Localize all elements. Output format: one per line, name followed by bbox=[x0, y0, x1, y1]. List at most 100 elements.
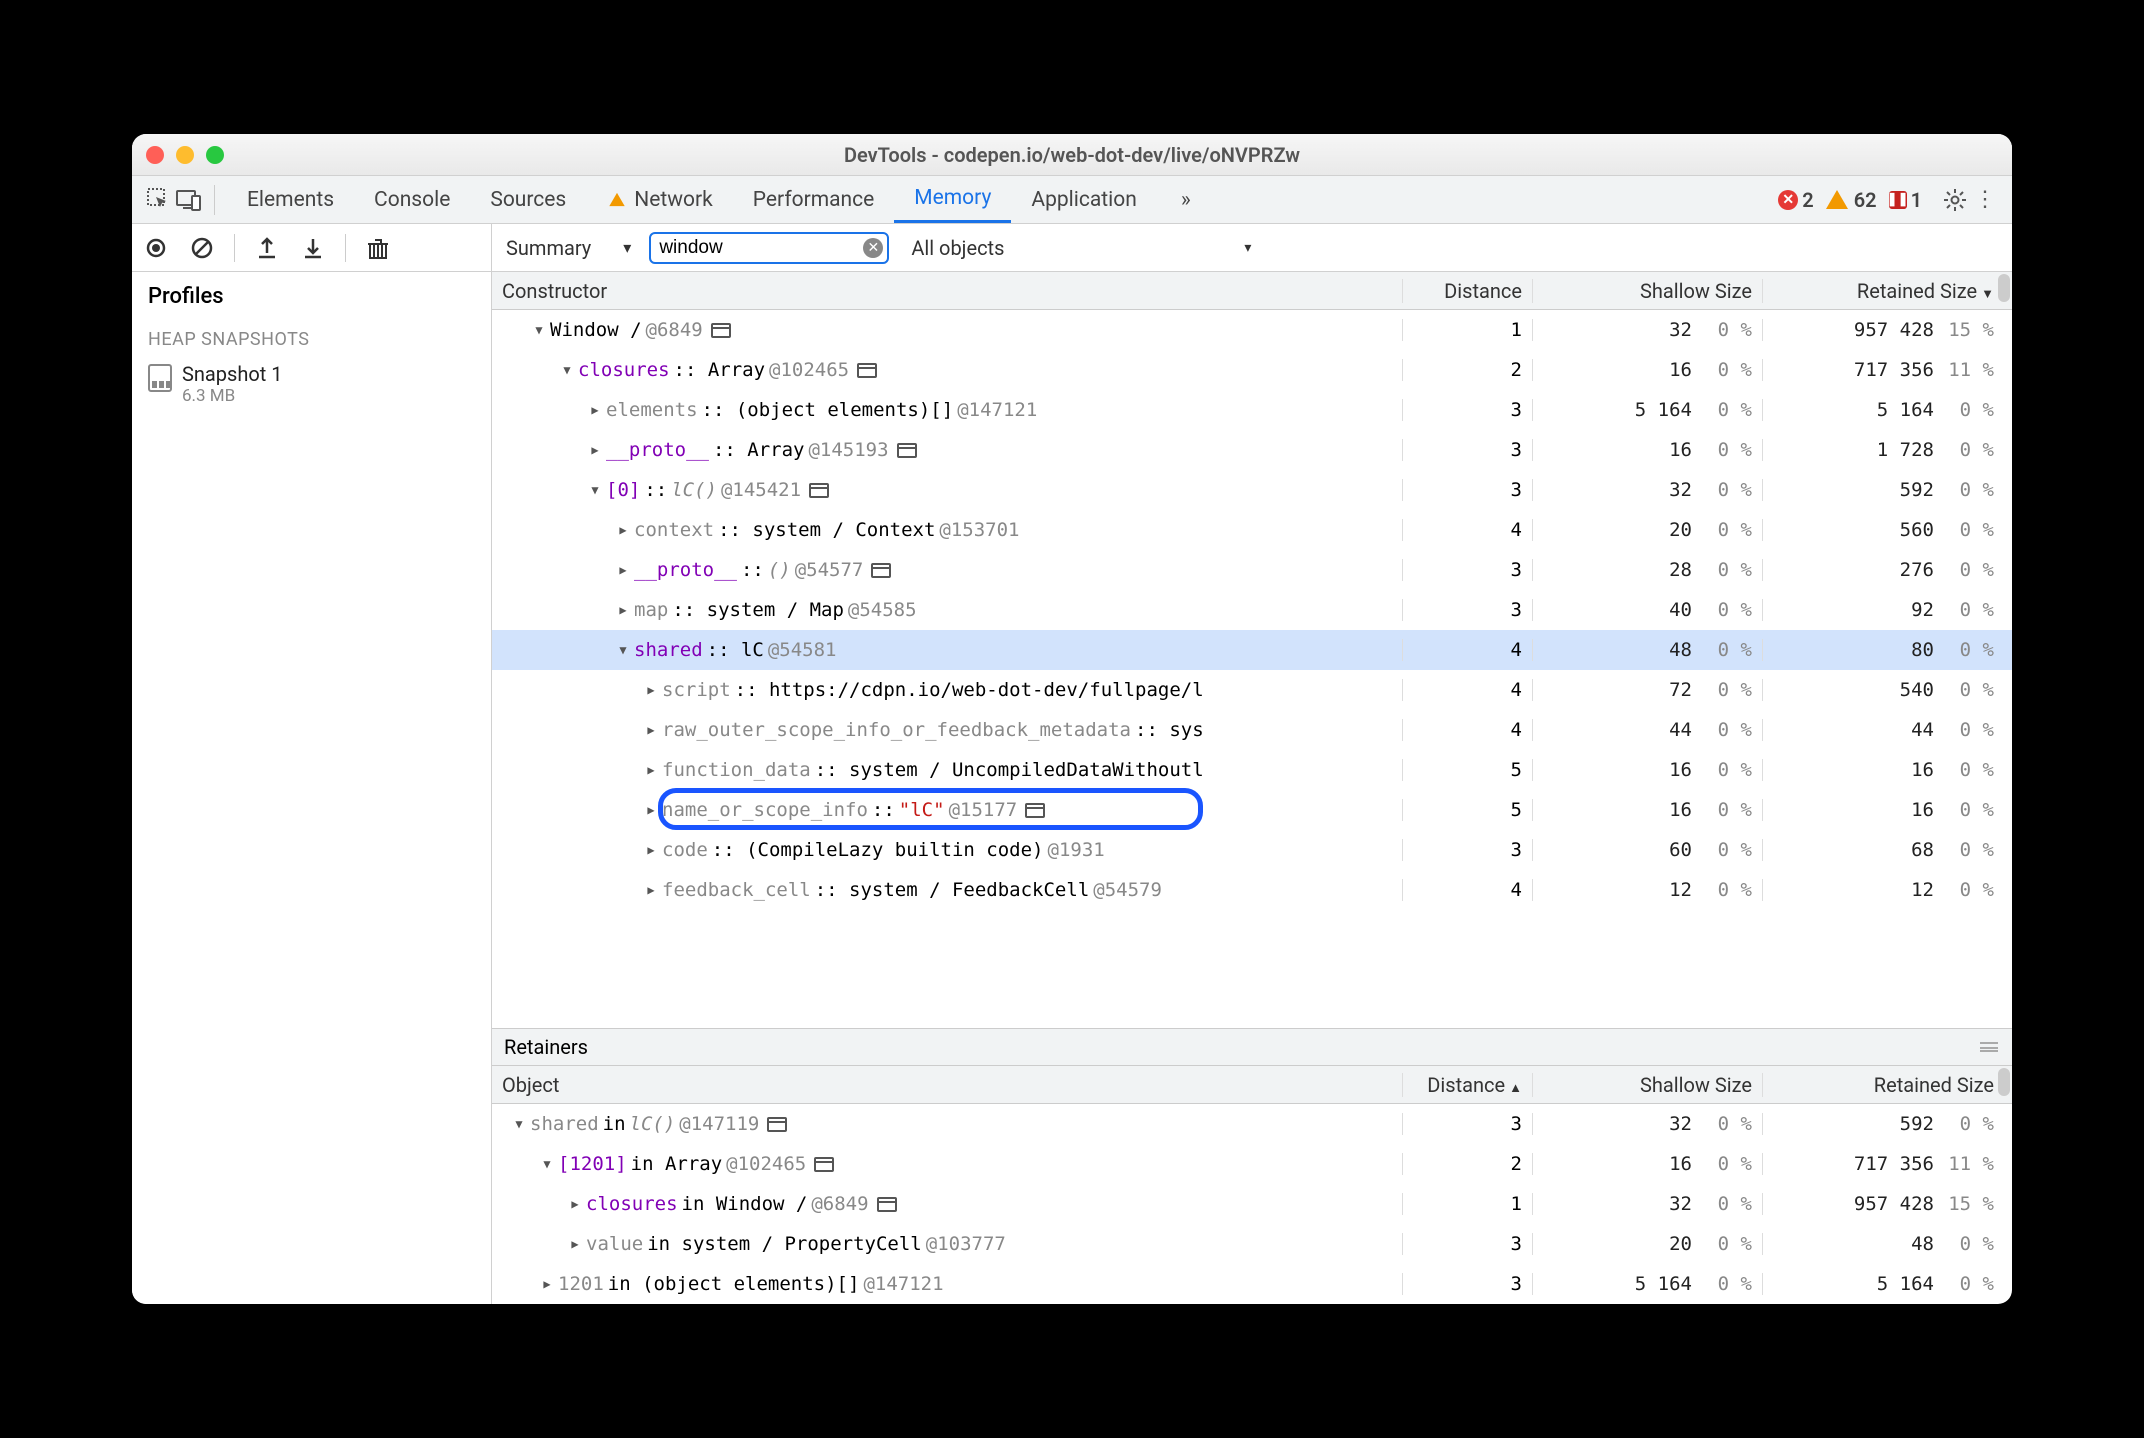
device-toolbar-icon[interactable] bbox=[176, 187, 202, 213]
class-filter-input[interactable] bbox=[649, 232, 889, 264]
main-toolbar: ElementsConsoleSourcesNetworkPerformance… bbox=[132, 176, 2012, 224]
tab-memory[interactable]: Memory bbox=[894, 176, 1011, 223]
scrollbar-top[interactable] bbox=[1998, 1068, 2010, 1096]
view-dropdown[interactable]: Summary bbox=[506, 236, 631, 260]
expand-icon[interactable]: ▶ bbox=[616, 563, 630, 577]
table-row[interactable]: ▶map :: system / Map @545853400 %920 % bbox=[492, 590, 2012, 630]
devtools-window: DevTools - codepen.io/web-dot-dev/live/o… bbox=[132, 134, 2012, 1304]
collapse-icon[interactable]: ▼ bbox=[560, 363, 574, 377]
separator bbox=[214, 185, 215, 215]
tab-sources[interactable]: Sources bbox=[470, 176, 586, 223]
table-row[interactable]: ▶name_or_scope_info :: "lC" @15177 5160 … bbox=[492, 790, 2012, 830]
expand-icon[interactable]: ▶ bbox=[644, 683, 658, 697]
table-row[interactable]: ▼Window / @6849 1320 %957 42815 % bbox=[492, 310, 2012, 350]
expand-icon[interactable]: ▶ bbox=[644, 883, 658, 897]
table-row[interactable]: ▼shared :: lC @545814480 %800 % bbox=[492, 630, 2012, 670]
table-row[interactable]: ▶script :: https://cdpn.io/web-dot-dev/f… bbox=[492, 670, 2012, 710]
collapse-icon[interactable]: ▼ bbox=[616, 643, 630, 657]
scrollbar-top[interactable] bbox=[1998, 274, 2010, 302]
window-title: DevTools - codepen.io/web-dot-dev/live/o… bbox=[132, 143, 2012, 167]
record-button[interactable] bbox=[142, 234, 170, 262]
gc-button[interactable] bbox=[364, 234, 392, 262]
table-row[interactable]: ▶closures in Window / @6849 1320 %957 42… bbox=[492, 1184, 2012, 1224]
warning-count[interactable]: 62 bbox=[1826, 188, 1877, 212]
collapse-icon[interactable]: ▼ bbox=[532, 323, 546, 337]
warning-icon bbox=[610, 193, 625, 206]
more-panels-button[interactable]: » bbox=[1161, 176, 1211, 223]
heap-view: Constructor Distance Shallow Size Retain… bbox=[492, 272, 2012, 1304]
tab-elements[interactable]: Elements bbox=[227, 176, 354, 223]
table-row[interactable]: ▶elements :: (object elements)[] @147121… bbox=[492, 390, 2012, 430]
settings-icon[interactable] bbox=[1942, 187, 1968, 213]
retainers-grid-header: Object Distance▲ Shallow Size Retained S… bbox=[492, 1066, 2012, 1104]
expand-icon[interactable]: ▶ bbox=[644, 843, 658, 857]
object-scope-dropdown[interactable]: All objects ▾ bbox=[911, 236, 1251, 260]
expand-icon[interactable]: ▶ bbox=[588, 443, 602, 457]
tab-performance[interactable]: Performance bbox=[733, 176, 894, 223]
table-row[interactable]: ▼shared in lC() @147119 3320 %5920 % bbox=[492, 1104, 2012, 1144]
col-constructor[interactable]: Constructor bbox=[492, 279, 1402, 303]
collapse-icon[interactable]: ▼ bbox=[588, 483, 602, 497]
window-context-icon bbox=[767, 1117, 787, 1132]
col-object[interactable]: Object bbox=[492, 1073, 1402, 1097]
col-distance[interactable]: Distance▲ bbox=[1402, 1073, 1532, 1097]
expand-icon[interactable]: ▶ bbox=[644, 763, 658, 777]
collapse-icon[interactable]: ▼ bbox=[540, 1157, 554, 1171]
expand-icon[interactable]: ▶ bbox=[588, 403, 602, 417]
sidebar-section-label: HEAP SNAPSHOTS bbox=[132, 321, 491, 356]
resize-handle[interactable] bbox=[1980, 1042, 1998, 1052]
issues-count[interactable]: ❚❚ 1 bbox=[1889, 188, 1922, 212]
expand-icon[interactable]: ▶ bbox=[540, 1277, 554, 1291]
col-shallow[interactable]: Shallow Size bbox=[1532, 279, 1762, 303]
warning-icon bbox=[1826, 190, 1848, 209]
table-row[interactable]: ▶value in system / PropertyCell @1037773… bbox=[492, 1224, 2012, 1264]
tab-application[interactable]: Application bbox=[1011, 176, 1156, 223]
more-menu-icon[interactable]: ⋮ bbox=[1972, 187, 1998, 213]
col-shallow[interactable]: Shallow Size bbox=[1532, 1073, 1762, 1097]
titlebar: DevTools - codepen.io/web-dot-dev/live/o… bbox=[132, 134, 2012, 176]
profiles-sidebar: Profiles HEAP SNAPSHOTS Snapshot 1 6.3 M… bbox=[132, 272, 492, 1304]
error-count[interactable]: ✕ 2 bbox=[1778, 188, 1813, 212]
table-row[interactable]: ▶function_data :: system / UncompiledDat… bbox=[492, 750, 2012, 790]
snapshot-item[interactable]: Snapshot 1 6.3 MB bbox=[132, 356, 491, 412]
table-row[interactable]: ▼closures :: Array @102465 2160 %717 356… bbox=[492, 350, 2012, 390]
table-row[interactable]: ▶__proto__ :: () @54577 3280 %2760 % bbox=[492, 550, 2012, 590]
close-window-button[interactable] bbox=[146, 146, 164, 164]
expand-icon[interactable]: ▶ bbox=[616, 523, 630, 537]
expand-icon[interactable]: ▶ bbox=[568, 1197, 582, 1211]
expand-icon[interactable]: ▶ bbox=[616, 603, 630, 617]
window-context-icon bbox=[809, 483, 829, 498]
tab-network[interactable]: Network bbox=[586, 176, 733, 223]
col-retained[interactable]: Retained Size bbox=[1762, 1073, 2012, 1097]
table-row[interactable]: ▶code :: (CompileLazy builtin code) @193… bbox=[492, 830, 2012, 870]
minimize-window-button[interactable] bbox=[176, 146, 194, 164]
table-row[interactable]: ▶context :: system / Context @1537014200… bbox=[492, 510, 2012, 550]
snapshot-size: 6.3 MB bbox=[182, 386, 283, 406]
col-retained[interactable]: Retained Size▼ bbox=[1762, 279, 2012, 303]
collapse-icon[interactable]: ▼ bbox=[512, 1117, 526, 1131]
memory-subbar: Summary ✕ All objects ▾ bbox=[132, 224, 2012, 272]
retainer-rows[interactable]: ▼shared in lC() @147119 3320 %5920 %▼[12… bbox=[492, 1104, 2012, 1304]
col-distance[interactable]: Distance bbox=[1402, 279, 1532, 303]
expand-icon[interactable]: ▶ bbox=[568, 1237, 582, 1251]
tab-console[interactable]: Console bbox=[354, 176, 470, 223]
maximize-window-button[interactable] bbox=[206, 146, 224, 164]
window-context-icon bbox=[857, 363, 877, 378]
expand-icon[interactable]: ▶ bbox=[644, 803, 658, 817]
inspect-icon[interactable] bbox=[146, 187, 172, 213]
table-row[interactable]: ▼[1201] in Array @102465 2160 %717 35611… bbox=[492, 1144, 2012, 1184]
clear-button[interactable] bbox=[188, 234, 216, 262]
expand-icon[interactable]: ▶ bbox=[644, 723, 658, 737]
table-row[interactable]: ▶1201 in (object elements)[] @14712135 1… bbox=[492, 1264, 2012, 1304]
table-row[interactable]: ▶raw_outer_scope_info_or_feedback_metada… bbox=[492, 710, 2012, 750]
save-button[interactable] bbox=[299, 234, 327, 262]
table-row[interactable]: ▼[0] :: lC() @145421 3320 %5920 % bbox=[492, 470, 2012, 510]
clear-filter-button[interactable]: ✕ bbox=[863, 238, 883, 258]
constructor-rows[interactable]: ▼Window / @6849 1320 %957 42815 %▼closur… bbox=[492, 310, 2012, 1028]
load-button[interactable] bbox=[253, 234, 281, 262]
window-context-icon bbox=[1025, 803, 1045, 818]
table-row[interactable]: ▶__proto__ :: Array @145193 3160 %1 7280… bbox=[492, 430, 2012, 470]
window-context-icon bbox=[871, 563, 891, 578]
table-row[interactable]: ▶feedback_cell :: system / FeedbackCell … bbox=[492, 870, 2012, 910]
window-context-icon bbox=[711, 323, 731, 338]
